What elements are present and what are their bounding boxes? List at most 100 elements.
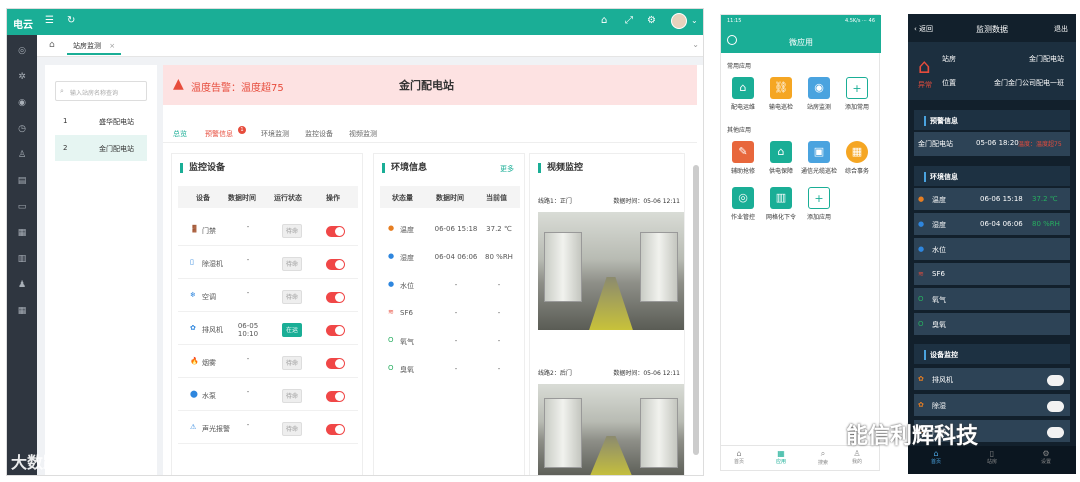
metric-value: - (497, 337, 501, 345)
list-item[interactable]: ≋ SF6 (914, 263, 1070, 285)
nav-station[interactable]: ▯ 站房 (982, 449, 1002, 465)
app-tile[interactable]: ◉ 站房监测 (805, 77, 833, 111)
list-item[interactable]: 2 金门配电站 (55, 135, 147, 161)
metric-time: 06-06 15:18 (434, 225, 478, 233)
toggle-switch[interactable] (326, 226, 345, 237)
nav-me[interactable]: ♙ 我的 (849, 449, 865, 465)
list-item[interactable]: ✿ 排风机 (914, 368, 1070, 390)
shield-icon[interactable]: ◎ (16, 45, 28, 57)
status-button[interactable]: 待命 (282, 422, 302, 436)
toggle-switch[interactable] (326, 325, 345, 336)
phone-title: 微应用 (789, 38, 813, 47)
nav-home[interactable]: ⌂ 首页 (731, 449, 747, 465)
clock-icon[interactable]: ◷ (16, 123, 28, 135)
list-item[interactable]: ● 水位 (914, 238, 1070, 260)
metric-value: - (497, 365, 501, 373)
table-row: ❄ 空调 - 待命 (178, 282, 358, 312)
document-icon[interactable]: ▤ (16, 175, 28, 187)
metric-icon: O (918, 295, 924, 303)
app-tile[interactable]: ✎ 辅助抢修 (729, 141, 757, 175)
app-tile[interactable]: ◎ 作业管控 (729, 187, 757, 221)
status-button[interactable]: 在运 (282, 323, 302, 337)
nav-search[interactable]: ⌕ 搜索 (815, 449, 831, 466)
close-icon[interactable]: × (109, 42, 115, 50)
exit-button[interactable]: 退出 (1054, 24, 1068, 34)
file-icon[interactable]: ▥ (16, 253, 28, 265)
list-item[interactable]: 1 盛华配电站 (55, 109, 147, 133)
app-tile[interactable]: ▣ 通信光缆巡检 (801, 141, 837, 175)
tab-overview[interactable]: 总览 (173, 129, 187, 139)
screen-icon[interactable]: ▭ (16, 201, 28, 213)
refresh-icon[interactable]: ↻ (67, 15, 75, 26)
chart-icon[interactable]: ▦ (16, 227, 28, 239)
toggle-switch[interactable] (326, 358, 345, 369)
settings-icon[interactable]: ✲ (16, 71, 28, 83)
app-tile[interactable]: ⌂ 供电保障 (767, 141, 795, 175)
toggle-switch[interactable] (326, 292, 345, 303)
tab-warnings[interactable]: 预警信息 (205, 129, 233, 139)
chevron-down-icon[interactable]: ⌄ (692, 40, 699, 49)
status-button[interactable]: 待命 (282, 257, 302, 271)
toggle-switch[interactable] (1047, 375, 1064, 386)
toggle-switch[interactable] (326, 424, 345, 435)
camera-feed-2[interactable] (538, 384, 684, 475)
people-icon[interactable]: ♟ (16, 279, 28, 291)
col-metric: 状态量 (392, 194, 413, 202)
status-button[interactable]: 待命 (282, 389, 302, 403)
col-action: 操作 (326, 194, 340, 202)
toggle-switch[interactable] (326, 391, 345, 402)
tab-station-monitor[interactable]: 站房监测 × (67, 37, 122, 55)
profile-icon[interactable] (727, 35, 737, 45)
tab-devices[interactable]: 监控设备 (305, 129, 333, 139)
gear-icon[interactable]: ⚙ (647, 15, 656, 26)
metric-name: 湿度 (400, 254, 414, 262)
app-tile[interactable]: ⌂ 配电运维 (729, 77, 757, 111)
nav-home[interactable]: ⌂ 首页 (926, 449, 946, 465)
nav-settings[interactable]: ⚙ 设置 (1036, 449, 1056, 465)
status-button[interactable]: 待命 (282, 356, 302, 370)
app-label: 综合事务 (844, 168, 869, 175)
app-tile[interactable]: ▦ 综合事务 (843, 141, 871, 175)
nav-apps[interactable]: ▦ 应用 (773, 449, 789, 465)
tab-environment[interactable]: 环境监测 (261, 129, 289, 139)
avatar[interactable] (671, 13, 687, 29)
chevron-down-icon[interactable]: ⌄ (691, 16, 698, 25)
list-item[interactable]: ● 湿度 06-04 06:06 80 %RH (914, 213, 1070, 235)
toggle-switch[interactable] (1047, 427, 1064, 438)
app-tile[interactable]: + 添加应用 (805, 187, 833, 221)
device-name: 除湿 (932, 402, 946, 410)
toggle-switch[interactable] (1047, 401, 1064, 412)
warning-row[interactable]: 金门配电站 05-06 18:20 温度：温度超75 (914, 132, 1070, 156)
search-input[interactable]: ⌕ 输入站房名称查询 (55, 81, 147, 101)
metric-name: 水位 (400, 282, 414, 290)
list-item[interactable]: O 臭氧 (914, 313, 1070, 335)
user-icon[interactable]: ♙ (16, 149, 28, 161)
fullscreen-icon[interactable]: ⤢ (625, 15, 633, 26)
app-tile[interactable]: ▥ 网格化下令 (766, 187, 796, 221)
device-time: 06-05 10:10 (237, 322, 259, 338)
tab-label: 站房监测 (73, 42, 101, 50)
status-button[interactable]: 待命 (282, 290, 302, 304)
monitor-circle-icon[interactable]: ◉ (16, 97, 28, 109)
list-item[interactable]: O 氧气 (914, 288, 1070, 310)
grid-icon[interactable]: ▦ (16, 305, 28, 317)
position-value: 金门金门公司配电一班 (994, 79, 1064, 87)
camera-feed-1[interactable] (538, 212, 684, 330)
tab-video[interactable]: 视频监测 (349, 129, 377, 139)
menu-toggle-icon[interactable]: ☰ (45, 15, 54, 26)
list-item[interactable]: ✿ 除湿 (914, 394, 1070, 416)
list-item[interactable]: ● 温度 06-06 15:18 37.2 ℃ (914, 188, 1070, 210)
device-icon: ✿ (190, 324, 196, 332)
toggle-switch[interactable] (326, 259, 345, 270)
back-button[interactable]: ‹ 返回 (914, 24, 933, 34)
device-icon: ✿ (918, 375, 924, 383)
app-tile[interactable]: + 添加常用 (843, 77, 871, 111)
status-button[interactable]: 待命 (282, 224, 302, 238)
app-tile[interactable]: ⛓ 输电巡检 (767, 77, 795, 111)
device-icon: ❄ (190, 291, 196, 299)
home-icon[interactable]: ⌂ (601, 15, 607, 26)
more-link[interactable]: 更多 (500, 164, 514, 174)
scrollbar[interactable] (693, 165, 699, 455)
home-tab-icon[interactable]: ⌂ (49, 40, 55, 50)
metric-name: 臭氧 (932, 321, 946, 329)
